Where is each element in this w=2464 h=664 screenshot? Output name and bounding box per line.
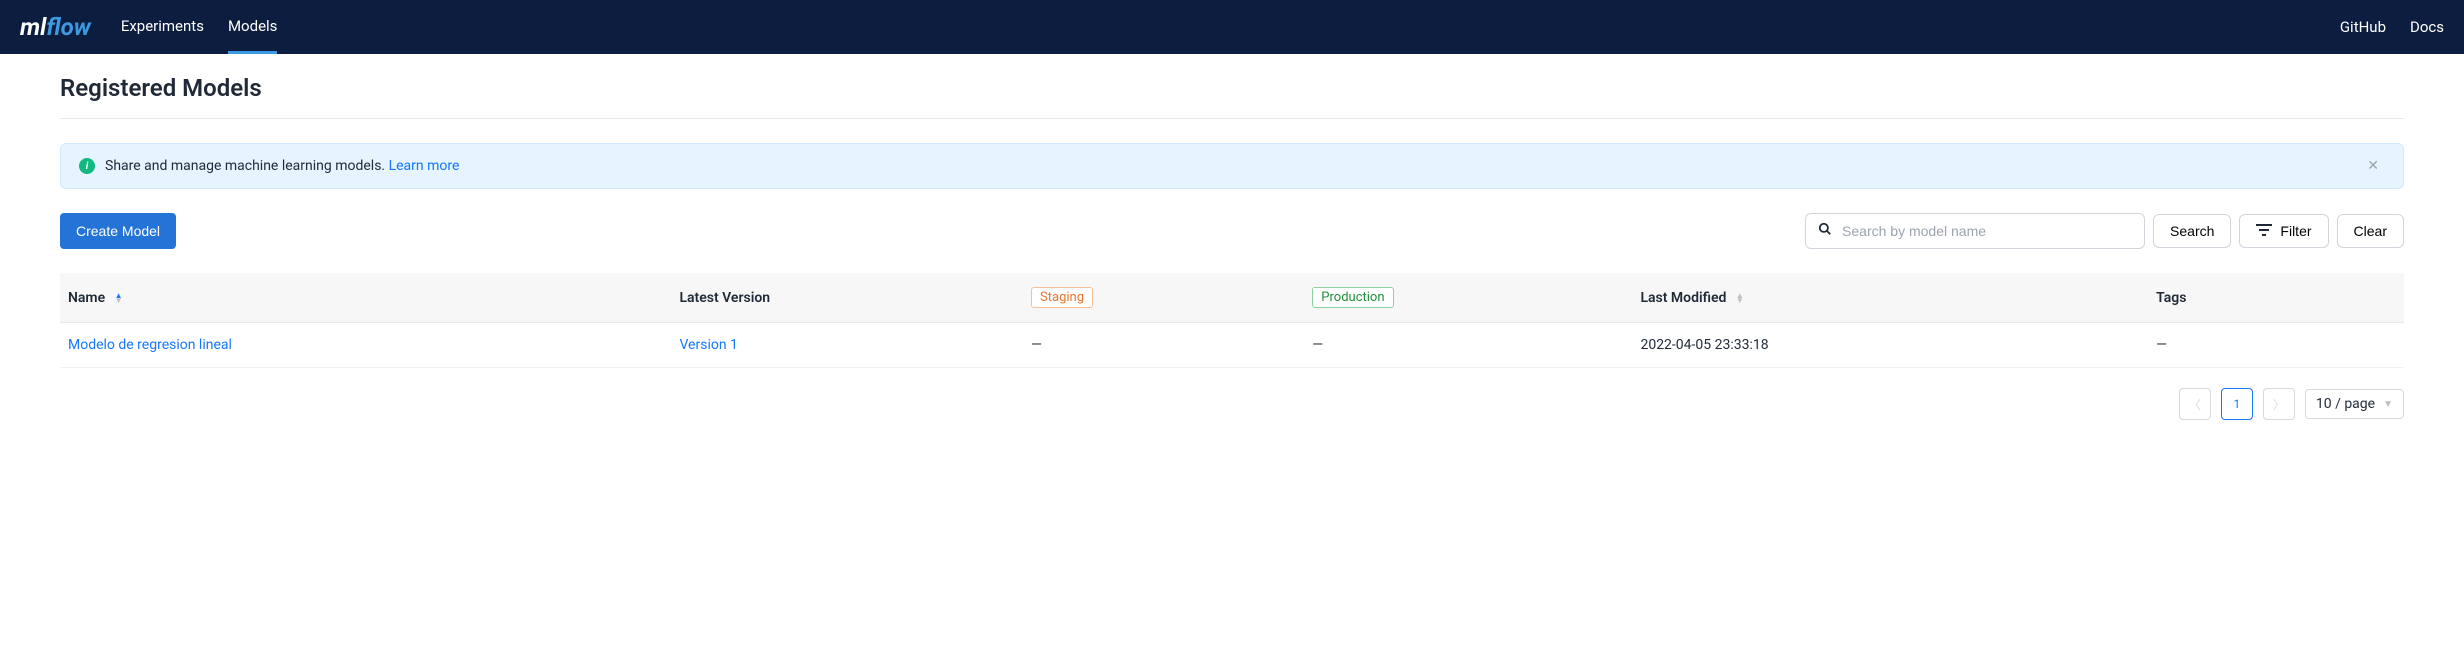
toolbar: Create Model Search Filter Clear: [60, 213, 2404, 249]
page-size-label: 10 / page: [2316, 396, 2375, 412]
banner-learn-more-link[interactable]: Learn more: [389, 158, 460, 174]
chevron-right-icon: 〉: [2273, 396, 2285, 413]
col-staging: Staging: [1021, 273, 1302, 323]
toolbar-right: Search Filter Clear: [1805, 213, 2404, 249]
model-name-link[interactable]: Modelo de regresion lineal: [68, 337, 232, 353]
mlflow-logo[interactable]: mlflow: [20, 13, 91, 41]
nav-models[interactable]: Models: [228, 1, 277, 54]
clear-button[interactable]: Clear: [2337, 214, 2404, 248]
tags-cell: —: [2156, 337, 2167, 353]
col-latest: Latest Version: [669, 273, 1021, 323]
logo-ml: ml: [20, 13, 46, 41]
link-docs[interactable]: Docs: [2410, 18, 2444, 36]
filter-icon: [2256, 223, 2272, 239]
main-nav: Experiments Models: [121, 1, 278, 54]
page-1-button[interactable]: 1: [2221, 388, 2253, 420]
last-modified-cell: 2022-04-05 23:33:18: [1640, 337, 1768, 353]
table-row: Modelo de regresion lineal Version 1 — —…: [60, 323, 2404, 368]
page-size-select[interactable]: 10 / page ▼: [2305, 389, 2404, 419]
version-link[interactable]: Version 1: [679, 337, 737, 353]
production-badge: Production: [1312, 287, 1393, 308]
banner-text-wrap: Share and manage machine learning models…: [105, 158, 459, 174]
next-page-button[interactable]: 〉: [2263, 388, 2295, 420]
chevron-left-icon: 〈: [2189, 396, 2201, 413]
sort-icon: ▲▼: [1736, 293, 1744, 303]
search-button[interactable]: Search: [2153, 214, 2231, 248]
header-left: mlflow Experiments Models: [20, 1, 277, 54]
col-production: Production: [1302, 273, 1630, 323]
close-icon[interactable]: ✕: [2361, 158, 2385, 174]
main-container: Registered Models i Share and manage mac…: [0, 54, 2464, 440]
staging-badge: Staging: [1031, 287, 1093, 308]
banner-text: Share and manage machine learning models…: [105, 158, 389, 174]
info-banner: i Share and manage machine learning mode…: [60, 143, 2404, 189]
logo-flow: flow: [46, 13, 90, 41]
header-right: GitHub Docs: [2340, 18, 2444, 36]
prev-page-button[interactable]: 〈: [2179, 388, 2211, 420]
nav-experiments[interactable]: Experiments: [121, 1, 204, 54]
table-header-row: Name ▲▼ Latest Version Staging Productio…: [60, 273, 2404, 323]
filter-label: Filter: [2280, 223, 2311, 239]
chevron-down-icon: ▼: [2383, 399, 2393, 410]
col-tags: Tags: [2146, 273, 2404, 323]
sort-icon: ▲▼: [115, 293, 123, 303]
info-icon: i: [79, 158, 95, 174]
create-model-button[interactable]: Create Model: [60, 213, 176, 249]
search-icon: [1818, 222, 1832, 240]
search-wrap[interactable]: [1805, 213, 2145, 249]
col-last-modified[interactable]: Last Modified ▲▼: [1630, 273, 2146, 323]
search-input[interactable]: [1842, 223, 2132, 239]
page-title: Registered Models: [60, 74, 2404, 102]
filter-button[interactable]: Filter: [2239, 214, 2328, 248]
divider: [60, 118, 2404, 119]
info-left: i Share and manage machine learning mode…: [79, 158, 459, 174]
production-cell: —: [1312, 337, 1323, 353]
col-name-label: Name: [68, 290, 105, 306]
link-github[interactable]: GitHub: [2340, 18, 2386, 36]
models-table: Name ▲▼ Latest Version Staging Productio…: [60, 273, 2404, 368]
top-header: mlflow Experiments Models GitHub Docs: [0, 0, 2464, 54]
staging-cell: —: [1031, 337, 1042, 353]
pagination: 〈 1 〉 10 / page ▼: [60, 388, 2404, 420]
col-last-modified-label: Last Modified: [1640, 290, 1726, 306]
col-name[interactable]: Name ▲▼: [60, 273, 669, 323]
